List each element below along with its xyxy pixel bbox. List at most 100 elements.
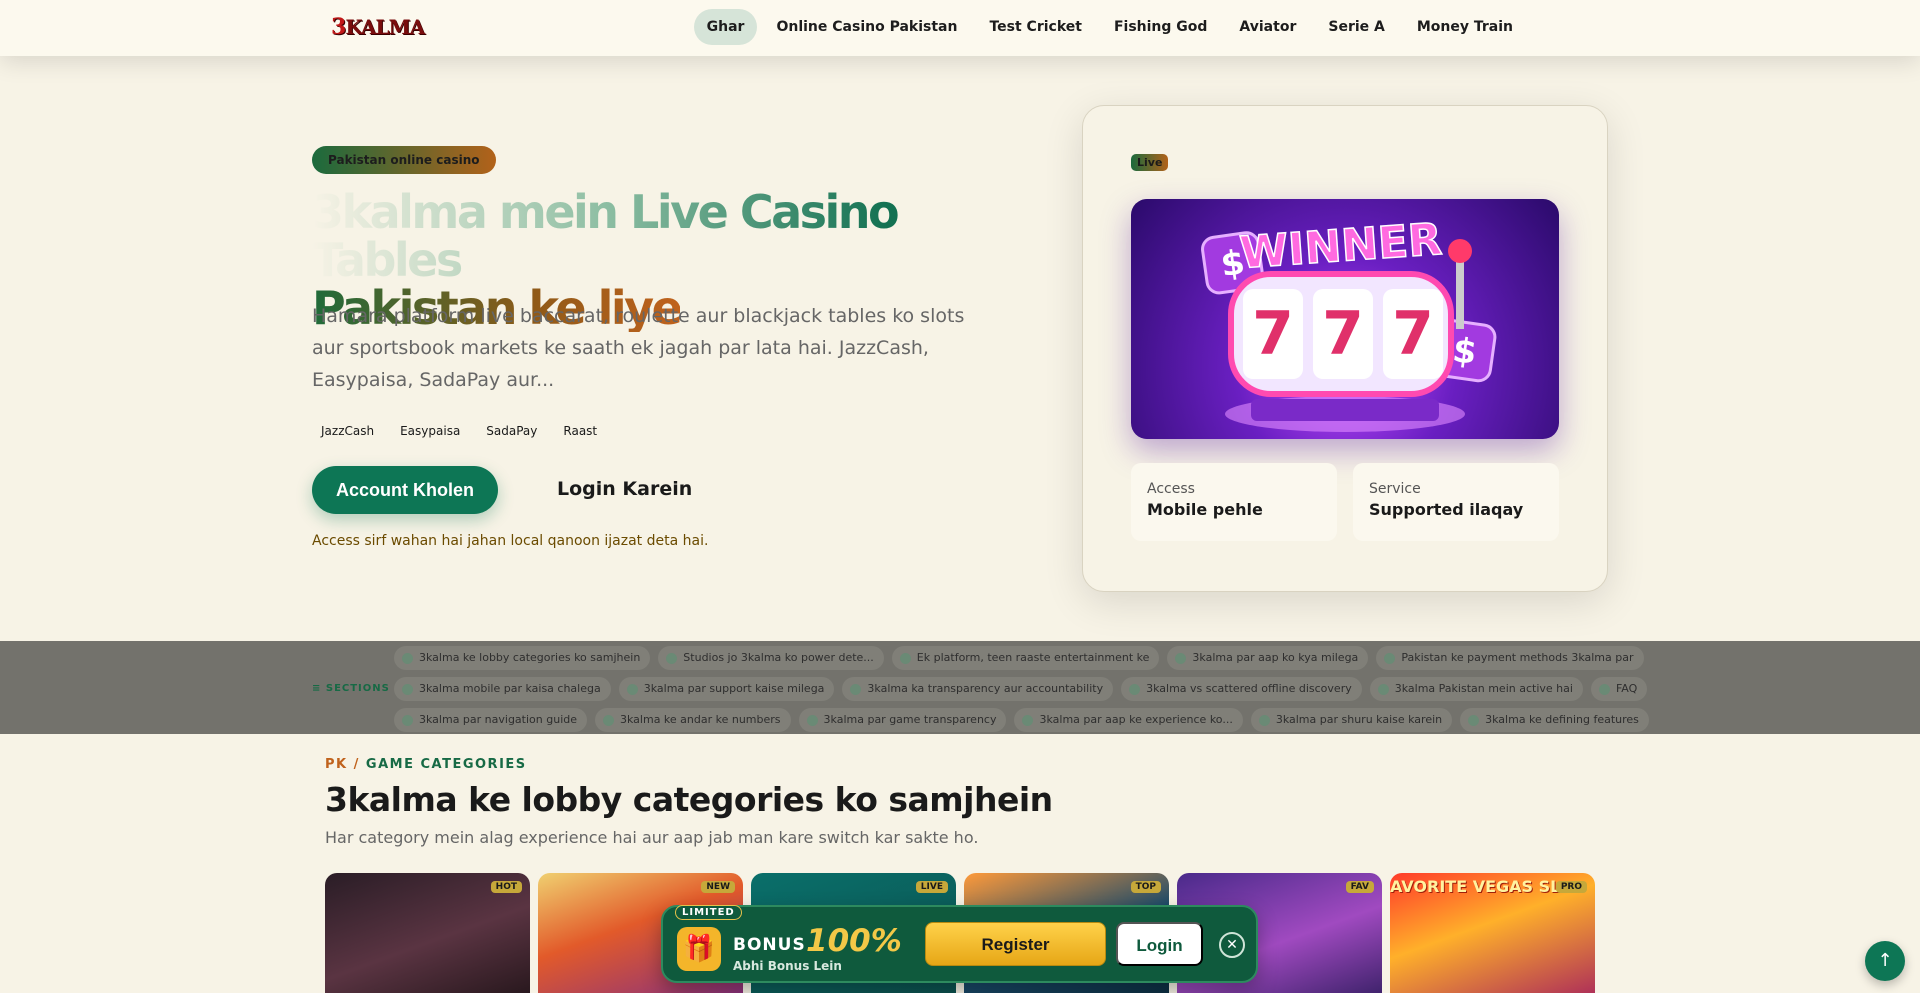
stat-service-key: Service — [1369, 481, 1421, 497]
section-dot-icon — [666, 652, 678, 664]
payment-chip-sadapay: SadaPay — [486, 424, 538, 438]
section-link-faq[interactable]: FAQ — [1590, 677, 1648, 701]
section-link[interactable]: 3kalma par support kaise milega — [618, 677, 835, 701]
svg-text:7: 7 — [1322, 299, 1364, 369]
stat-service-value: Supported ilaqay — [1369, 500, 1524, 519]
stat-access: Access Mobile pehle — [1131, 463, 1337, 541]
section-subtitle: Har category mein alag experience hai au… — [325, 828, 979, 847]
bonus-login-button[interactable]: Login — [1116, 922, 1203, 966]
nav-item-aviator[interactable]: Aviator — [1226, 9, 1309, 45]
svg-text:7: 7 — [1392, 299, 1434, 369]
section-link-label: 3kalma par aap ke experience ko... — [1039, 713, 1233, 726]
section-link-label: 3kalma mobile par kaisa chalega — [419, 682, 601, 695]
section-link-label: 3kalma ke defining features — [1485, 713, 1639, 726]
section-link-label: Ek platform, teen raaste entertainment k… — [916, 651, 1150, 664]
section-link-label: 3kalma ka transparency aur accountabilit… — [867, 682, 1104, 695]
sections-row-3: 3kalma par navigation guide 3kalma ke an… — [394, 708, 1649, 732]
section-link[interactable]: 3kalma vs scattered offline discovery — [1121, 677, 1362, 701]
hero-title-line1: 3kalma mein Live Casino Tables — [312, 188, 1032, 284]
game-badge: TOP — [1130, 881, 1161, 893]
game-card[interactable]: AVORITE VEGAS SL PRO — [1390, 873, 1595, 993]
payment-chip-raast: Raast — [563, 424, 598, 438]
game-card[interactable]: HOT — [325, 873, 530, 993]
section-dot-icon — [1598, 683, 1610, 695]
section-link-label: 3kalma ke andar ke numbers — [620, 713, 781, 726]
section-dot-icon — [850, 683, 862, 695]
slot-machine-art: $ $ 7 7 7 WINNER — [1201, 213, 1497, 432]
section-link-label: 3kalma ke lobby categories ko samjhein — [419, 651, 641, 664]
section-link[interactable]: 3kalma par shuru kaise karein — [1250, 708, 1453, 732]
bonus-percent: 100% — [806, 923, 902, 959]
game-badge: HOT — [490, 881, 522, 893]
section-link-label: 3kalma par shuru kaise karein — [1275, 713, 1443, 726]
close-icon[interactable]: ✕ — [1219, 932, 1245, 958]
game-badge: FAV — [1345, 881, 1374, 893]
game-badge: LIVE — [915, 881, 948, 893]
gift-icon: 🎁 — [677, 927, 721, 971]
section-link[interactable]: 3kalma ka transparency aur accountabilit… — [842, 677, 1114, 701]
section-dot-icon — [1022, 714, 1034, 726]
section-dot-icon — [402, 714, 413, 726]
section-link[interactable]: 3kalma mobile par kaisa chalega — [394, 677, 611, 701]
breadcrumb-pk: PK — [325, 757, 348, 772]
section-dot-icon — [1377, 683, 1389, 695]
breadcrumb: PK / GAME CATEGORIES — [325, 757, 527, 772]
nav-item-fishing-god[interactable]: Fishing God — [1101, 9, 1220, 45]
section-link[interactable]: 3kalma par navigation guide — [394, 708, 587, 732]
section-link[interactable]: 3kalma par aap ko kya milega — [1167, 646, 1369, 670]
open-account-button[interactable]: Account Kholen — [312, 466, 498, 514]
section-link[interactable]: Pakistan ke payment methods 3kalma par — [1376, 646, 1644, 670]
nav-item-serie-a[interactable]: Serie A — [1315, 9, 1398, 45]
section-dot-icon — [603, 714, 614, 726]
section-title: 3kalma ke lobby categories ko samjhein — [325, 780, 1053, 819]
site-logo[interactable]: 3KALMA — [331, 14, 425, 40]
scroll-to-top-icon[interactable]: ↑ — [1865, 941, 1905, 981]
section-dot-icon — [626, 683, 638, 695]
payment-chip-easypaisa: Easypaisa — [400, 424, 461, 438]
section-link[interactable]: Studios jo 3kalma ko power dete... — [658, 646, 884, 670]
section-link[interactable]: 3kalma par aap ke experience ko... — [1014, 708, 1243, 732]
section-dot-icon — [806, 714, 818, 726]
slot-machine-image: $ $ 7 7 7 WINNER — [1131, 199, 1559, 439]
nav-item-test-cricket[interactable]: Test Cricket — [976, 9, 1094, 45]
svg-text:7: 7 — [1252, 299, 1294, 369]
breadcrumb-sep: / — [347, 757, 366, 772]
section-link[interactable]: 3kalma par game transparency — [798, 708, 1007, 732]
section-link-label: Studios jo 3kalma ko power dete... — [683, 651, 874, 664]
bonus-subtitle: Abhi Bonus Lein — [733, 959, 842, 973]
live-badge: Live — [1131, 154, 1169, 171]
section-link[interactable]: 3kalma ke andar ke numbers — [595, 708, 791, 732]
nav-item-online-casino[interactable]: Online Casino Pakistan — [763, 9, 970, 45]
section-link-label: 3kalma par navigation guide — [419, 713, 577, 726]
nav-item-money-train[interactable]: Money Train — [1404, 9, 1526, 45]
section-dot-icon — [899, 652, 911, 664]
payment-chip-jazzcash: JazzCash — [321, 424, 375, 438]
payment-methods: JazzCash Easypaisa SadaPay Raast — [312, 418, 606, 444]
section-link-label: Pakistan ke payment methods 3kalma par — [1401, 651, 1634, 664]
nav-item-ghar[interactable]: Ghar — [693, 9, 758, 45]
section-dot-icon — [402, 652, 413, 664]
game-badge: NEW — [701, 881, 735, 893]
hero-card: Live $ $ 7 7 7 WINNER Access Mobile pehl… — [1082, 105, 1608, 592]
bonus-word: BONUS — [733, 935, 806, 955]
section-link[interactable]: 3kalma ke lobby categories ko samjhein — [394, 646, 651, 670]
section-link[interactable]: Ek platform, teen raaste entertainment k… — [891, 646, 1160, 670]
section-link-label: 3kalma par aap ko kya milega — [1192, 651, 1359, 664]
stat-access-key: Access — [1147, 481, 1195, 497]
section-dot-icon — [1384, 652, 1396, 664]
section-link-label: FAQ — [1615, 682, 1638, 695]
section-link-label: 3kalma par support kaise milega — [643, 682, 825, 695]
legal-disclaimer: Access sirf wahan hai jahan local qanoon… — [312, 533, 709, 549]
sections-row-2: 3kalma mobile par kaisa chalega 3kalma p… — [394, 677, 1648, 701]
register-button[interactable]: Register — [925, 922, 1106, 966]
game-badge: PRO — [1555, 881, 1587, 893]
bonus-bar: LIMITED 🎁 BONUS 100% Abhi Bonus Lein Reg… — [661, 905, 1258, 983]
section-link[interactable]: 3kalma ke defining features — [1460, 708, 1649, 732]
main-nav: Ghar Online Casino Pakistan Test Cricket… — [693, 9, 1526, 45]
hero-tag: Pakistan online casino — [312, 146, 496, 174]
section-dot-icon — [402, 683, 413, 695]
section-link[interactable]: 3kalma Pakistan mein active hai — [1369, 677, 1583, 701]
hero-login-link[interactable]: Login Karein — [557, 478, 692, 500]
section-link-label: 3kalma par game transparency — [823, 713, 997, 726]
limited-badge: LIMITED — [675, 905, 742, 920]
